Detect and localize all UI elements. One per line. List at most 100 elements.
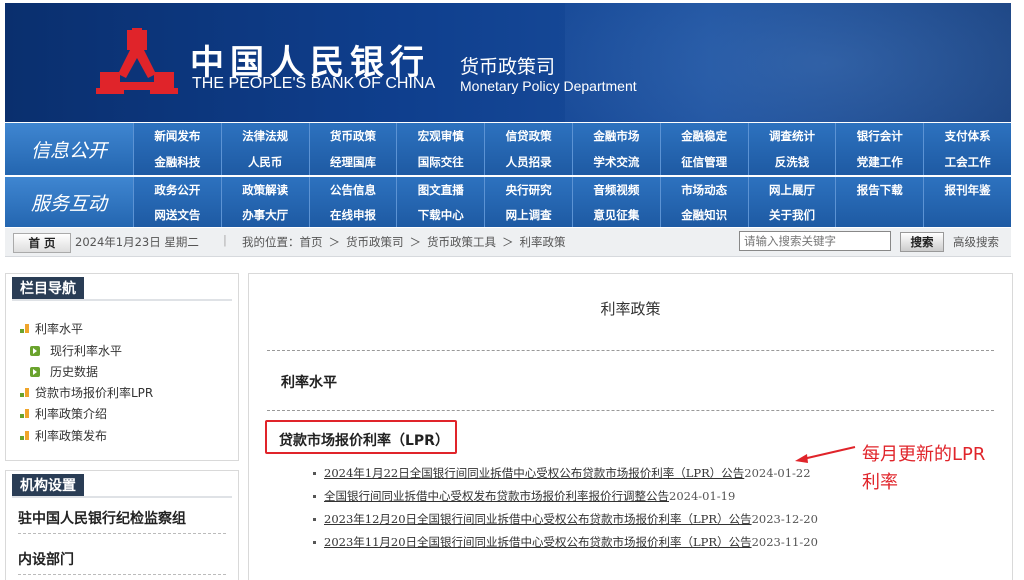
sidebar-item[interactable]: 利率政策发布 [20,427,107,444]
sidebar-item-label: 利率水平 [35,322,84,336]
section-lpr[interactable]: 贷款市场报价利率（LPR） [279,430,449,450]
nav-item[interactable]: 金融科技 [133,149,221,175]
advanced-search-link[interactable]: 高级搜索 [953,234,999,250]
nav-item[interactable]: 人民币 [220,149,309,175]
nav-item[interactable]: 政务公开 [133,177,221,202]
nav-item[interactable]: 在线申报 [308,202,397,227]
breadcrumb-item[interactable]: 我的位置：首页 [242,235,323,249]
nav-item[interactable]: 办事大厅 [220,202,309,227]
breadcrumb-item[interactable]: 货币政策工具 [427,235,496,249]
arrow-bullet-icon [30,345,40,356]
search-button[interactable]: 搜索 [900,232,944,252]
divider [12,299,232,301]
nav-item[interactable]: 调查统计 [747,123,836,149]
nav-item[interactable]: 央行研究 [484,177,572,202]
sidebar-item-label: 利率政策介绍 [35,407,108,421]
nav-item[interactable]: 关于我们 [747,202,836,227]
sidebar-item[interactable]: 历史数据 [30,363,98,380]
department-name-en: Monetary Policy Department [460,78,637,94]
org-title: 机构设置 [12,474,84,496]
current-date: 2024年1月23日 星期二 [75,235,199,249]
nav-item[interactable]: 报刊年鉴 [923,177,1011,202]
announcement-link[interactable]: 2024年1月22日全国银行间同业拆借中心受权公布贷款市场报价利率（LPR）公告 [324,465,744,481]
nav-item[interactable]: 市场动态 [659,177,748,202]
announcement-date: 2024-01-19 [669,489,736,503]
divider [267,350,994,351]
announcement-link[interactable]: 2023年12月20日全国银行间同业拆借中心受权公布贷款市场报价利率（LPR）公… [324,511,752,527]
nav-item[interactable]: 货币政策 [308,123,397,149]
bullet-icon [20,388,29,397]
sidebar-item-label: 历史数据 [50,365,99,379]
nav-item[interactable]: 网送文告 [133,202,221,227]
nav-item[interactable]: 党建工作 [835,149,923,175]
bullet-icon [313,471,316,475]
breadcrumb-separator: ＞ [328,235,341,249]
annotation-line-1: 每月更新的LPR [862,444,986,465]
nav-item[interactable]: 网上调查 [484,202,572,227]
sidebar-item[interactable]: 利率水平 [20,320,83,337]
breadcrumb-separator: ＞ [502,235,514,249]
pboc-logo-icon[interactable] [96,28,178,102]
nav-item[interactable]: 信贷政策 [484,123,572,149]
nav-item[interactable]: 法律法规 [220,123,309,149]
sidebar-item[interactable]: 贷款市场报价利率LPR [20,384,153,401]
nav-item[interactable]: 国际交往 [396,149,484,175]
sidebar-item[interactable]: 利率政策介绍 [20,405,107,422]
breadcrumb-item[interactable]: 利率政策 [520,235,566,249]
nav-item[interactable]: 网上展厅 [747,177,836,202]
banner-glow [565,3,1011,122]
announcement-link[interactable]: 全国银行间同业拆借中心受权发布贷款市场报价利率报价行调整公告 [324,488,669,504]
nav-item[interactable]: 征信管理 [659,149,748,175]
nav-item[interactable]: 学术交流 [572,149,660,175]
nav-item[interactable]: 工会工作 [923,149,1011,175]
nav-item[interactable]: 图文直播 [396,177,484,202]
nav-item[interactable]: 音频视频 [572,177,660,202]
divider [18,574,226,575]
divider [267,410,994,411]
arrow-bullet-icon [30,366,40,377]
nav-item[interactable]: 意见征集 [572,202,660,227]
nav-item[interactable]: 金融知识 [659,202,748,227]
breadcrumb-separator: ＞ [409,235,422,249]
home-button[interactable]: 首 页 [13,233,71,253]
nav-item[interactable]: 新闻发布 [133,123,221,149]
nav-item[interactable]: 报告下载 [835,177,923,202]
nav-item[interactable] [923,202,1011,227]
sidebar-item-label: 现行利率水平 [50,344,123,358]
bullet-icon [20,431,29,440]
announcement-link[interactable]: 2023年11月20日全国银行间同业拆借中心受权公布贷款市场报价利率（LPR）公… [324,534,752,550]
nav-item[interactable]: 公告信息 [308,177,397,202]
section-rate-level[interactable]: 利率水平 [281,372,337,392]
nav-grid-info: 新闻发布 法律法规 货币政策 宏观审慎 信贷政策 金融市场 金融稳定 调查统计 银行会计 支付体系… [133,123,1011,175]
nav-item[interactable]: 政策解读 [220,177,309,202]
page-title: 利率政策 [600,300,661,318]
nav-info-public: 信息公开 新闻发布 法律法规 货币政策 宏观审慎 信贷政策 金融市场 金融稳定 调查统计 银行会… [5,123,1011,175]
bullet-icon [20,409,29,418]
announcement-date: 2023-11-20 [751,535,818,549]
search-input[interactable] [739,231,891,251]
breadcrumb-item[interactable]: 货币政策司 [346,235,404,249]
nav-group-label: 信息公开 [5,123,134,175]
nav-item[interactable]: 下载中心 [396,202,484,227]
nav-item[interactable]: 人员招录 [484,149,572,175]
list-item: 2023年12月20日全国银行间同业拆借中心受权公布贷款市场报价利率（LPR）公… [313,511,818,527]
org-item-discipline[interactable]: 驻中国人民银行纪检监察组 [18,508,186,528]
nav-item[interactable]: 支付体系 [923,123,1011,149]
nav-item[interactable]: 反洗钱 [747,149,836,175]
annotation-line-2: 利率 [862,472,898,493]
sidebar-item[interactable]: 现行利率水平 [30,342,122,359]
nav-item[interactable] [835,202,923,227]
nav-item[interactable]: 金融市场 [572,123,660,149]
announcement-date: 2023-12-20 [751,512,818,526]
column-nav-title: 栏目导航 [12,277,84,299]
divider [12,496,232,498]
org-panel: 机构设置 驻中国人民银行纪检监察组 内设部门 [5,470,239,580]
divider [18,533,226,534]
annotation-text: 每月更新的LPR 利率 [862,441,985,497]
nav-item[interactable]: 经理国库 [308,149,397,175]
org-item-internal[interactable]: 内设部门 [18,549,74,569]
nav-item[interactable]: 银行会计 [835,123,923,149]
nav-item[interactable]: 金融稳定 [659,123,748,149]
nav-item[interactable]: 宏观审慎 [396,123,484,149]
breadcrumb: 我的位置：首页 ＞ 货币政策司 ＞ 货币政策工具 ＞ 利率政策 [242,234,572,250]
